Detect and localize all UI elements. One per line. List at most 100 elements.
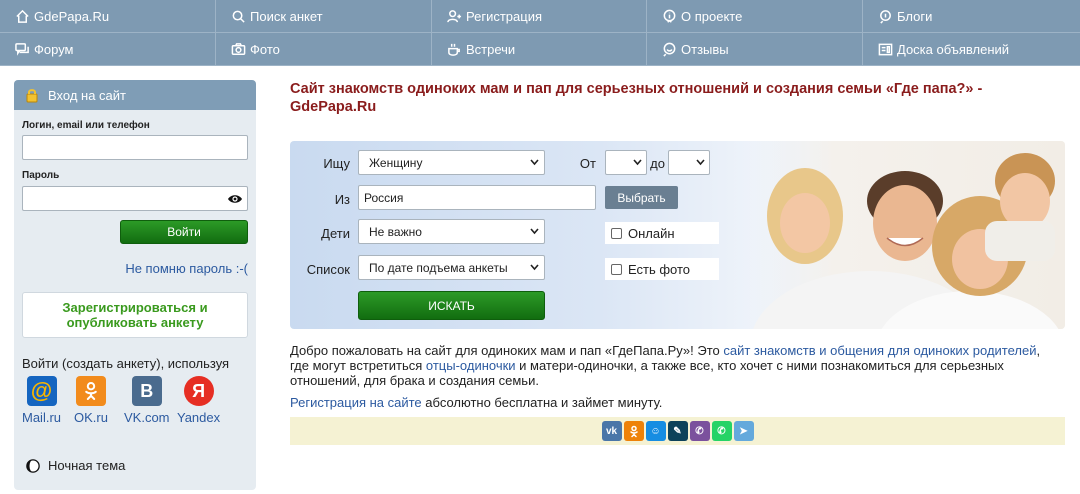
- nav-item-search[interactable]: Поиск анкет: [216, 0, 432, 33]
- registration-note-text: абсолютно бесплатна и займет минуту.: [421, 395, 663, 410]
- nav-item-label: GdePapa.Ru: [34, 9, 110, 24]
- nav-item-label: Встречи: [466, 42, 516, 57]
- kids-label: Дети: [321, 226, 350, 241]
- share-livejournal-icon[interactable]: ✎: [667, 421, 688, 441]
- nav-item-home[interactable]: GdePapa.Ru: [0, 0, 216, 33]
- social-login-label: Mail.ru: [22, 410, 62, 425]
- share-vk-icon[interactable]: vk: [601, 421, 622, 441]
- mailru-icon: @: [26, 376, 57, 406]
- kids-select-value: Не важно: [369, 224, 422, 239]
- eye-icon[interactable]: [227, 192, 243, 206]
- checkbox-box[interactable]: [611, 263, 622, 275]
- night-mode-label: Ночная тема: [48, 458, 126, 473]
- chevron-down-icon: [633, 159, 642, 166]
- chevron-down-icon: [530, 228, 539, 235]
- info-icon: [661, 9, 677, 25]
- online-label: Онлайн: [628, 225, 675, 241]
- search-panel: Ищу Женщину От до Из Россия Выбрать Дети…: [290, 141, 1065, 329]
- nav-item-label: Доска объявлений: [897, 42, 1010, 57]
- share-bar: vk ☺ ✎ ✆ ✆ ➤: [290, 417, 1065, 445]
- sort-label: Список: [306, 262, 350, 277]
- location-label: Из: [334, 192, 350, 207]
- social-login-okru[interactable]: OK.ru: [74, 376, 108, 425]
- intro-text-part: Добро пожаловать на сайт для одиноких ма…: [290, 343, 724, 358]
- has-photo-checkbox[interactable]: Есть фото: [605, 258, 719, 280]
- vk-icon: B: [131, 376, 162, 406]
- choose-location-button[interactable]: Выбрать: [605, 186, 678, 209]
- seek-select[interactable]: Женщину: [358, 150, 545, 175]
- nav-item-label: О проекте: [681, 9, 743, 24]
- nav-item-about[interactable]: О проекте: [647, 0, 863, 33]
- nav-item-board[interactable]: Доска объявлений: [863, 33, 1080, 66]
- nav-item-label: Фото: [250, 42, 280, 57]
- nav-item-reviews[interactable]: Отзывы: [647, 33, 863, 66]
- login-title: Вход на сайт: [48, 87, 126, 103]
- kids-select[interactable]: Не важно: [358, 219, 545, 244]
- age-to-select[interactable]: [668, 150, 710, 175]
- seek-select-value: Женщину: [369, 155, 423, 170]
- nav-item-label: Блоги: [897, 9, 933, 24]
- login-panel: Вход на сайт Логин, email или телефон Па…: [14, 80, 256, 490]
- sort-select[interactable]: По дате подъема анкеты: [358, 255, 545, 280]
- home-icon: [14, 9, 30, 25]
- password-field[interactable]: [22, 186, 248, 211]
- age-from-select[interactable]: [605, 150, 647, 175]
- dating-site-link[interactable]: сайт знакомств и общения для одиноких ро…: [723, 343, 1036, 358]
- registration-note: Регистрация на сайте абсолютно бесплатна…: [290, 395, 662, 410]
- nav-row-1: GdePapa.Ru Поиск анкет Регистрация О про…: [0, 0, 1080, 33]
- yandex-icon: Я: [183, 376, 214, 406]
- ok-icon: [75, 376, 106, 406]
- registration-link[interactable]: Регистрация на сайте: [290, 395, 422, 410]
- search-icon: [230, 9, 246, 25]
- chevron-down-icon: [696, 159, 705, 166]
- single-fathers-link[interactable]: отцы-одиночки: [426, 358, 516, 373]
- age-to-label: до: [650, 156, 665, 171]
- social-login-label: VK.com: [124, 410, 170, 425]
- coffee-icon: [446, 42, 462, 58]
- social-login-caption: Войти (создать анкету), используя: [22, 356, 230, 371]
- share-viber-icon[interactable]: ✆: [689, 421, 710, 441]
- intro-text: Добро пожаловать на сайт для одиноких ма…: [290, 343, 1060, 388]
- nav-item-label: Форум: [34, 42, 74, 57]
- login-header: Вход на сайт: [14, 80, 256, 110]
- forgot-password-link[interactable]: Не помню пароль :-(: [125, 261, 248, 276]
- chevron-down-icon: [530, 264, 539, 271]
- nav-item-label: Поиск анкет: [250, 9, 323, 24]
- has-photo-label: Есть фото: [628, 261, 691, 277]
- login-button[interactable]: Войти: [120, 220, 248, 244]
- social-login-yandex[interactable]: Я Yandex: [177, 376, 220, 425]
- online-checkbox[interactable]: Онлайн: [605, 222, 719, 244]
- nav-item-blogs[interactable]: Блоги: [863, 0, 1080, 33]
- register-button[interactable]: Зарегистрироваться и опубликовать анкету: [22, 292, 248, 338]
- chevron-down-icon: [530, 159, 539, 166]
- share-telegram-icon[interactable]: ➤: [733, 421, 754, 441]
- nav-row-2: Форум Фото Встречи Отзывы Доска объявлен…: [0, 33, 1080, 66]
- top-navigation: GdePapa.Ru Поиск анкет Регистрация О про…: [0, 0, 1080, 66]
- location-field[interactable]: Россия: [358, 185, 596, 210]
- age-from-label: От: [579, 156, 596, 171]
- nav-item-label: Регистрация: [466, 9, 542, 24]
- share-whatsapp-icon[interactable]: ✆: [711, 421, 732, 441]
- nav-item-label: Отзывы: [681, 42, 729, 57]
- social-login-mailru[interactable]: @ Mail.ru: [22, 376, 61, 425]
- search-button[interactable]: ИСКАТЬ: [358, 291, 545, 320]
- nav-item-photo[interactable]: Фото: [216, 33, 432, 66]
- forum-icon: [14, 42, 30, 58]
- board-icon: [877, 42, 893, 58]
- seek-label: Ищу: [323, 156, 350, 171]
- share-moimir-icon[interactable]: ☺: [645, 421, 666, 441]
- night-mode-toggle[interactable]: Ночная тема: [26, 458, 125, 473]
- login-field-label: Логин, email или телефон: [22, 120, 150, 131]
- nav-item-registration[interactable]: Регистрация: [432, 0, 647, 33]
- reviews-icon: [661, 42, 677, 58]
- social-login-label: OK.ru: [74, 410, 108, 425]
- checkbox-box[interactable]: [611, 227, 622, 239]
- password-field-label: Пароль: [22, 170, 60, 181]
- nav-item-forum[interactable]: Форум: [0, 33, 216, 66]
- sort-select-value: По дате подъема анкеты: [369, 260, 508, 275]
- nav-item-meetings[interactable]: Встречи: [432, 33, 647, 66]
- share-ok-icon[interactable]: [623, 421, 644, 441]
- login-field[interactable]: [22, 135, 248, 160]
- blog-icon: [877, 9, 893, 25]
- social-login-vk[interactable]: B VK.com: [124, 376, 170, 425]
